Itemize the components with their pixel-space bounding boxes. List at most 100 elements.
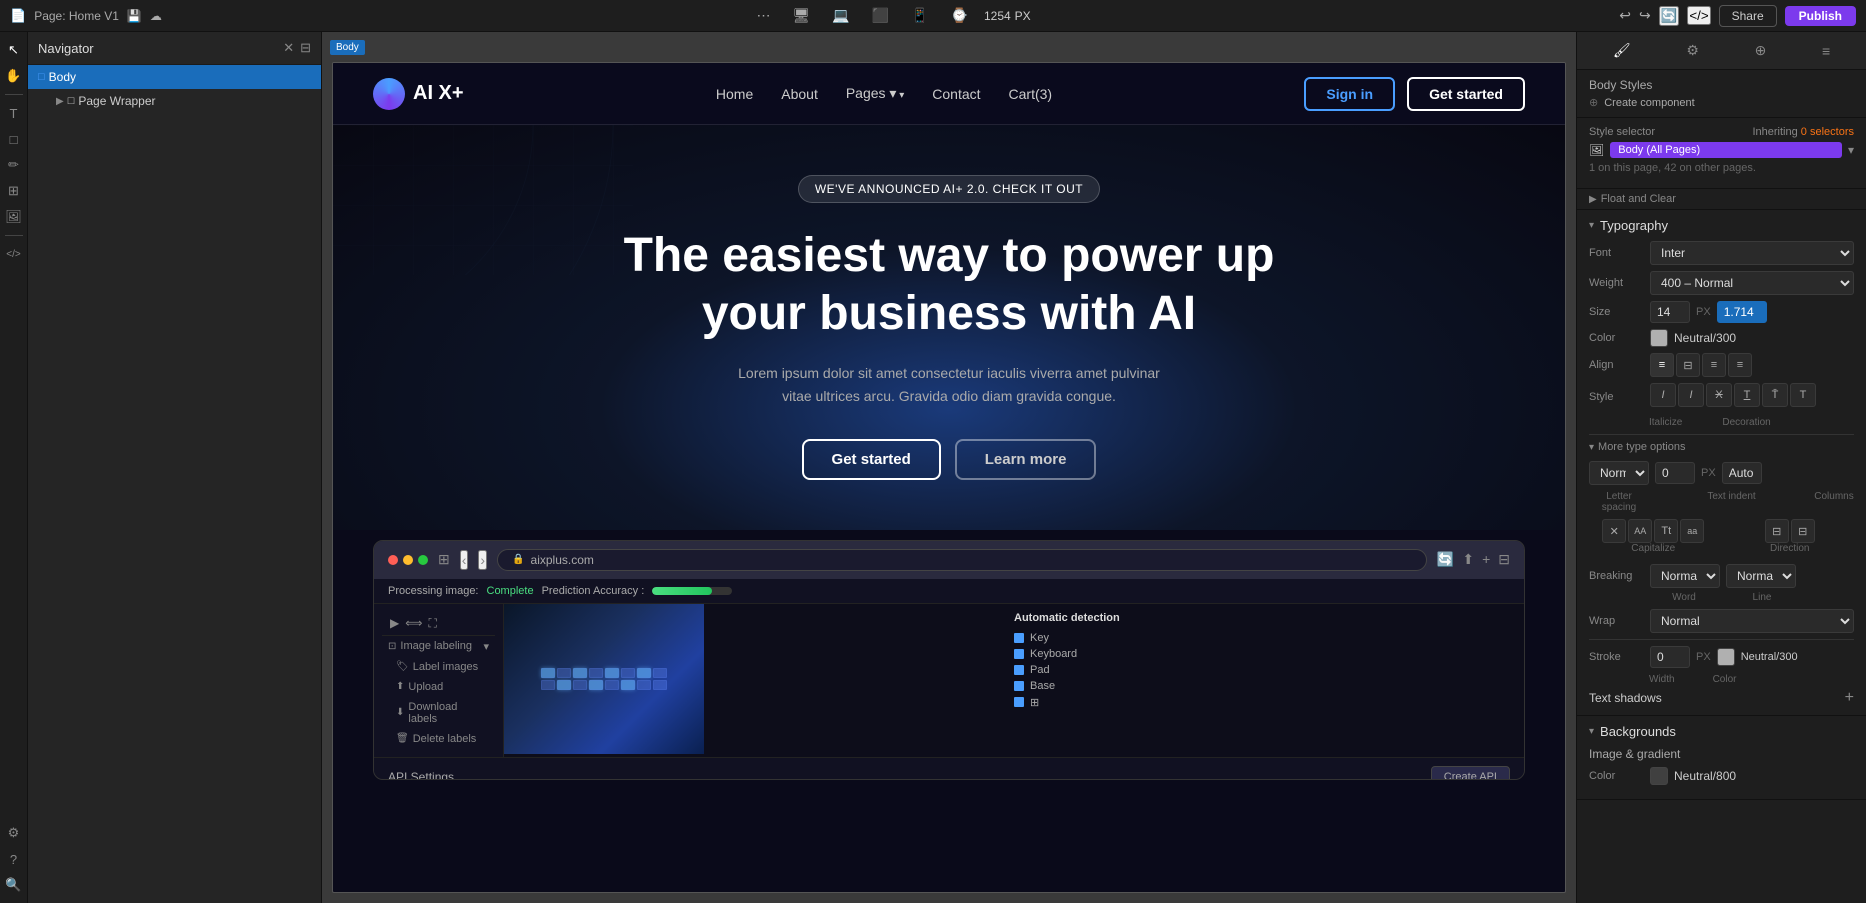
undo-btn[interactable]: ↩ [1619,7,1631,24]
cap-btn-aa2[interactable]: aa [1680,519,1704,543]
bg-color-swatch[interactable] [1650,767,1668,785]
desktop-device-btn[interactable]: 🖥 [786,5,816,26]
add-tab-icon[interactable]: + [1482,551,1490,568]
nav-pages[interactable]: Pages ▾ [846,85,904,102]
tab-components[interactable]: ⊕ [1747,38,1775,63]
browser-forward-btn[interactable]: › [478,550,487,570]
keyboard-checkbox[interactable] [1014,649,1024,659]
code-view-btn[interactable]: </> [1687,6,1710,25]
watch-device-btn[interactable]: ⌚ [945,5,974,26]
search-tool[interactable]: 🔍 [2,873,26,897]
italic-alt-btn[interactable]: I [1678,383,1704,407]
nav-item-body[interactable]: □ Body [28,65,321,89]
tablet-device-btn[interactable]: ⬛ [866,5,895,26]
text-tool[interactable]: T [2,101,26,125]
cap-btn-tt[interactable]: Tt [1654,519,1678,543]
size-input[interactable] [1650,301,1690,323]
play-icon[interactable]: ▶ [390,616,399,631]
image-tool[interactable]: 🖼 [2,205,26,229]
base-checkbox[interactable] [1014,681,1024,691]
sidebar-download[interactable]: ⬇ Download labels [382,697,495,729]
overline-btn[interactable]: T̄ [1762,383,1788,407]
text-shadows-add-btn[interactable]: + [1845,689,1854,707]
key-checkbox[interactable] [1014,633,1024,643]
canvas-frame[interactable]: AI X+ Home About Pages ▾ Contact Cart(3)… [332,62,1566,893]
sidebar-label-images[interactable]: 🏷 Label images [382,657,495,677]
font-select[interactable]: Inter [1650,241,1854,265]
shape-tool[interactable]: □ [2,127,26,151]
browser-expand-icon[interactable]: ⊞ [438,551,450,568]
extra-checkbox[interactable] [1014,697,1024,707]
mobile-device-btn[interactable]: 📱 [905,5,934,26]
nav-item-page-wrapper[interactable]: ▶ □ Page Wrapper [28,89,321,113]
tab-more[interactable]: ≡ [1814,39,1838,63]
nav-contact[interactable]: Contact [932,86,980,102]
share-btn[interactable]: Share [1719,5,1777,27]
align-right-btn[interactable]: ≡ [1702,353,1726,377]
refresh-btn[interactable]: 🔄 [1659,6,1680,26]
weight-select[interactable]: 400 – Normal [1650,271,1854,295]
help-tool[interactable]: ? [2,847,26,871]
sidebar-upload[interactable]: ⬆ Upload [382,677,495,697]
stroke-value-input[interactable] [1650,646,1690,668]
signin-btn[interactable]: Sign in [1304,77,1395,111]
navigator-close-icon[interactable]: ✕ [283,40,294,56]
tab-styles[interactable]: 🖌 [1605,38,1639,63]
laptop-device-btn[interactable]: 💻 [826,5,855,26]
indent-value-input[interactable] [1722,462,1762,484]
selector-dropdown-arrow[interactable]: ▾ [1848,143,1854,157]
dir-ltr-btn[interactable]: ⊟ [1765,519,1789,543]
move-icon[interactable]: ⟺ [405,616,422,631]
selector-badge[interactable]: Body (All Pages) [1610,142,1842,158]
normal-select-1[interactable]: Normal [1589,461,1649,485]
cursor-tool[interactable]: ↖ [2,38,26,62]
pen-tool[interactable]: ✏ [2,153,26,177]
wrap-select[interactable]: Normal [1650,609,1854,633]
window-icon[interactable]: ⊟ [1498,551,1510,568]
stroke-color-swatch[interactable] [1717,648,1735,666]
underline-btn[interactable]: T [1734,383,1760,407]
reload-icon[interactable]: 🔄 [1437,551,1454,568]
getstarted-btn[interactable]: Get started [1407,77,1525,111]
sidebar-delete[interactable]: 🗑 Delete labels [382,729,495,749]
hero-learn-more-btn[interactable]: Learn more [955,439,1097,480]
cap-btn-aa[interactable]: AA [1628,519,1652,543]
color-swatch[interactable] [1650,329,1668,347]
align-justify-btn[interactable]: ≡ [1728,353,1752,377]
nav-cart[interactable]: Cart(3) [1009,86,1053,102]
spacing-value-input[interactable] [1655,462,1695,484]
navigator-expand-icon[interactable]: ⊟ [300,40,311,56]
url-text[interactable]: aixplus.com [531,553,594,567]
typography-header[interactable]: ▾ Typography [1589,218,1854,233]
backgrounds-header[interactable]: ▾ Backgrounds [1589,724,1854,739]
create-component-btn[interactable]: Create component [1604,97,1695,109]
more-type-options-toggle[interactable]: ▾ More type options [1589,441,1854,453]
more-options-btn[interactable]: ⋯ [750,5,776,26]
breaking-line-select[interactable]: Normal [1726,564,1796,588]
hero-get-started-btn[interactable]: Get started [802,439,941,480]
sidebar-image-labeling[interactable]: ⊡ Image labeling ▾ [382,636,495,657]
nav-about[interactable]: About [781,86,818,102]
align-center-btn[interactable]: ⊟ [1676,353,1700,377]
italic-btn[interactable]: I [1650,383,1676,407]
cap-btn-x[interactable]: ✕ [1602,519,1626,543]
create-api-btn[interactable]: Create API [1431,766,1510,780]
align-left-btn[interactable]: ≡ [1650,353,1674,377]
strikethrough-btn[interactable]: X [1706,383,1732,407]
redo-btn[interactable]: ↪ [1639,7,1651,24]
breaking-word-select[interactable]: Normal [1650,564,1720,588]
dir-rtl-btn[interactable]: ⊟ [1791,519,1815,543]
pad-checkbox[interactable] [1014,665,1024,675]
float-clear-toggle[interactable]: ▶ Float and Clear [1589,193,1854,205]
tab-settings[interactable]: ⚙ [1678,38,1707,63]
browser-back-btn[interactable]: ‹ [460,550,469,570]
height-input[interactable] [1717,301,1767,323]
component-tool[interactable]: ⊞ [2,179,26,203]
settings-tool[interactable]: ⚙ [2,821,26,845]
publish-btn[interactable]: Publish [1785,6,1856,26]
code-tool[interactable]: </> [2,242,26,266]
crop-icon[interactable]: ⛶ [428,616,436,631]
hand-tool[interactable]: ✋ [2,64,26,88]
nav-home[interactable]: Home [716,86,753,102]
share-icon[interactable]: ⬆ [1462,551,1474,568]
